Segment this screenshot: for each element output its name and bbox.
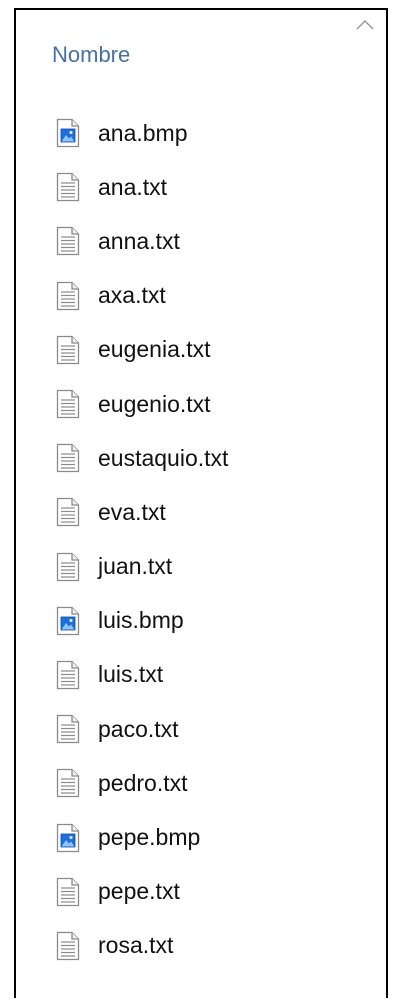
file-item[interactable]: anna.txt (56, 214, 228, 268)
file-name: luis.bmp (98, 607, 184, 634)
file-name: rosa.txt (98, 932, 174, 959)
file-item[interactable]: eugenio.txt (56, 377, 228, 431)
file-name: axa.txt (98, 282, 166, 309)
file-item[interactable]: eugenia.txt (56, 323, 228, 377)
text-file-icon (56, 443, 80, 473)
image-file-icon (56, 823, 80, 853)
file-name: eva.txt (98, 498, 166, 525)
file-name: paco.txt (98, 715, 179, 742)
text-file-icon (56, 389, 80, 419)
image-file-icon (56, 606, 80, 636)
text-file-icon (56, 931, 80, 961)
text-file-icon (56, 497, 80, 527)
file-name: pepe.bmp (98, 824, 201, 851)
file-name: ana.bmp (98, 119, 188, 146)
file-item[interactable]: eva.txt (56, 485, 228, 539)
file-item[interactable]: juan.txt (56, 540, 228, 594)
text-file-icon (56, 226, 80, 256)
file-name: anna.txt (98, 227, 180, 254)
chevron-up-icon[interactable] (355, 18, 375, 30)
file-item[interactable]: eustaquio.txt (56, 431, 228, 485)
file-item[interactable]: ana.bmp (56, 106, 228, 160)
file-name: eustaquio.txt (98, 444, 229, 471)
file-item[interactable]: pepe.bmp (56, 810, 228, 864)
file-name: pepe.txt (98, 878, 180, 905)
file-name: eugenia.txt (98, 336, 211, 363)
text-file-icon (56, 281, 80, 311)
file-item[interactable]: pedro.txt (56, 756, 228, 810)
file-list: ana.bmp ana.txt anna.txt axa.txt eugenia… (56, 106, 228, 973)
file-item[interactable]: pepe.txt (56, 865, 228, 919)
text-file-icon (56, 877, 80, 907)
file-name: luis.txt (98, 661, 164, 688)
file-item[interactable]: axa.txt (56, 269, 228, 323)
file-item[interactable]: luis.bmp (56, 594, 228, 648)
text-file-icon (56, 714, 80, 744)
text-file-icon (56, 335, 80, 365)
file-item[interactable]: luis.txt (56, 648, 228, 702)
file-item[interactable]: rosa.txt (56, 919, 228, 973)
file-item[interactable]: paco.txt (56, 702, 228, 756)
text-file-icon (56, 768, 80, 798)
file-item[interactable]: ana.txt (56, 160, 228, 214)
file-name: ana.txt (98, 173, 168, 200)
image-file-icon (56, 118, 80, 148)
file-name: juan.txt (98, 553, 173, 580)
column-header-name[interactable]: Nombre (52, 42, 130, 68)
file-name: pedro.txt (98, 769, 188, 796)
text-file-icon (56, 172, 80, 202)
text-file-icon (56, 660, 80, 690)
file-name: eugenio.txt (98, 390, 211, 417)
text-file-icon (56, 552, 80, 582)
file-list-panel: Nombre ana.bmp ana.txt anna.txt axa.txt (14, 8, 388, 998)
